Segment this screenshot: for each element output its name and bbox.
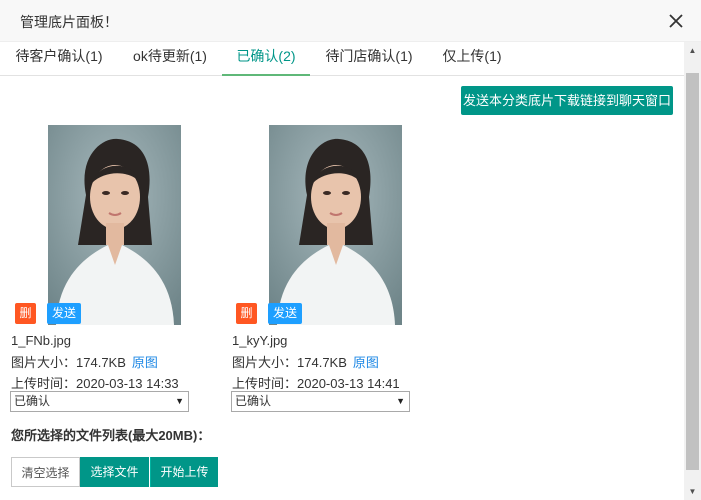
- vertical-scrollbar[interactable]: ▲ ▼: [684, 42, 701, 500]
- tab-bar: 待客户确认(1) ok待更新(1) 已确认(2) 待门店确认(1) 仅上传(1): [0, 42, 684, 76]
- start-upload-button[interactable]: 开始上传: [150, 457, 218, 487]
- delete-tag[interactable]: 删: [236, 303, 257, 324]
- status-select[interactable]: 已确认 ▼: [231, 391, 410, 412]
- chevron-down-icon: ▼: [175, 396, 184, 406]
- upload-time: 2020-03-13 14:41: [297, 376, 400, 391]
- tab-pending-customer[interactable]: 待客户确认(1): [8, 42, 110, 76]
- scroll-up-icon[interactable]: ▲: [684, 42, 701, 59]
- scroll-down-icon[interactable]: ▼: [684, 483, 701, 500]
- dialog-title: 管理底片面板！: [20, 14, 118, 30]
- tab-upload-only[interactable]: 仅上传(1): [434, 42, 510, 76]
- photo-upload-line: 上传时间：2020-03-13 14:41: [232, 373, 400, 392]
- send-tag[interactable]: 发送: [47, 303, 81, 324]
- photo-filename: 1_kyY.jpg: [232, 333, 288, 348]
- upload-time-label: 上传时间：: [232, 376, 298, 391]
- send-tag[interactable]: 发送: [268, 303, 302, 324]
- photo-filename: 1_FNb.jpg: [11, 333, 71, 348]
- photo-thumbnail[interactable]: [269, 125, 402, 325]
- tab-confirmed[interactable]: 已确认(2): [222, 42, 310, 76]
- photo-size: 174.7KB: [297, 355, 347, 370]
- tab-pending-store[interactable]: 待门店确认(1): [318, 42, 420, 76]
- send-download-link-button[interactable]: 发送本分类底片下载链接到聊天窗口: [461, 86, 673, 115]
- photo-size: 174.7KB: [76, 355, 126, 370]
- scrollbar-thumb[interactable]: [686, 73, 699, 470]
- original-image-link[interactable]: 原图: [353, 355, 379, 370]
- selected-files-label: 您所选择的文件列表(最大20MB)：: [11, 428, 211, 443]
- photo-size-label: 图片大小：: [11, 355, 77, 370]
- delete-tag[interactable]: 删: [15, 303, 36, 324]
- tab-ok-pending-update[interactable]: ok待更新(1): [122, 42, 218, 76]
- close-icon[interactable]: [666, 11, 686, 31]
- dialog-header: 管理底片面板！: [0, 0, 701, 42]
- photo-upload-line: 上传时间：2020-03-13 14:33: [11, 373, 179, 392]
- choose-file-button[interactable]: 选择文件: [80, 457, 149, 487]
- upload-time-label: 上传时间：: [11, 376, 77, 391]
- upload-time: 2020-03-13 14:33: [76, 376, 179, 391]
- status-select-value: 已确认: [235, 394, 272, 408]
- original-image-link[interactable]: 原图: [132, 355, 158, 370]
- clear-selection-button[interactable]: 清空选择: [11, 457, 80, 487]
- photo-thumbnail[interactable]: [48, 125, 181, 325]
- status-select-value: 已确认: [14, 394, 51, 408]
- photo-size-line: 图片大小：174.7KB 原图: [11, 352, 158, 371]
- photo-size-label: 图片大小：: [232, 355, 298, 370]
- status-select[interactable]: 已确认 ▼: [10, 391, 189, 412]
- chevron-down-icon: ▼: [396, 396, 405, 406]
- photo-size-line: 图片大小：174.7KB 原图: [232, 352, 379, 371]
